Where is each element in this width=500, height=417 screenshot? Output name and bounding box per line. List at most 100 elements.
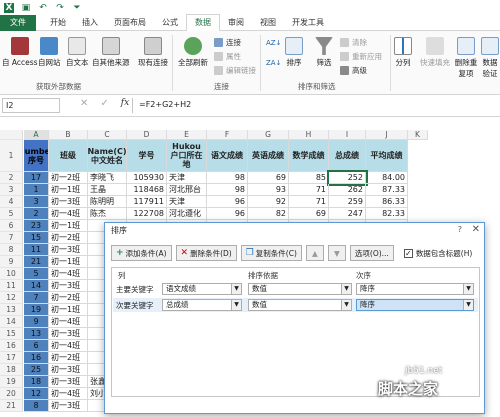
row-header[interactable]: 7 (0, 232, 23, 244)
table-cell[interactable]: 7 (24, 292, 49, 304)
from-text-button[interactable]: 自文本 (66, 37, 89, 68)
select-all-corner[interactable] (0, 130, 23, 140)
table-cell[interactable]: 初一3班 (49, 376, 88, 388)
row-header[interactable]: 4 (0, 196, 23, 208)
table-cell[interactable]: 12 (24, 388, 49, 400)
table-cell[interactable]: 初一3班 (49, 280, 88, 292)
secondary-sort-on-select[interactable]: 数值 ▼ (248, 299, 352, 311)
secondary-order-select[interactable]: 降序 ▼ (356, 299, 474, 311)
tab-5[interactable]: 数据 (186, 14, 220, 31)
row-header[interactable]: 11 (0, 280, 23, 292)
tab-4[interactable]: 公式 (154, 15, 186, 31)
connections-button[interactable]: 连接 (214, 37, 241, 48)
cancel-icon[interactable]: ✕ (80, 98, 88, 109)
row-header[interactable]: 3 (0, 184, 23, 196)
header-cell[interactable]: 平均成绩 (366, 140, 408, 172)
table-cell[interactable]: 118468 (127, 184, 167, 196)
delete-level-button[interactable]: ✕ 删除条件(D) (175, 245, 237, 261)
header-cell[interactable]: 英语成绩 (248, 140, 289, 172)
table-cell[interactable]: 初一2班 (49, 232, 88, 244)
tab-8[interactable]: 开发工具 (284, 15, 332, 31)
data-validation-button[interactable]: 数据验证 (480, 37, 500, 79)
table-cell[interactable]: 82 (248, 208, 289, 220)
has-headers-checkbox[interactable]: ✓ 数据包含标题(H) (403, 248, 472, 259)
header-cell[interactable]: 总成绩 (329, 140, 366, 172)
table-cell[interactable]: 98 (207, 172, 248, 184)
table-cell[interactable]: 王晶 (88, 184, 127, 196)
row-header[interactable]: 16 (0, 340, 23, 352)
table-cell[interactable]: 25 (24, 364, 49, 376)
table-cell[interactable]: 13 (24, 328, 49, 340)
clear-button[interactable]: 清除 (340, 37, 367, 48)
remove-duplicates-button[interactable]: 删除重复项 (454, 37, 478, 79)
table-cell[interactable]: 69 (289, 208, 329, 220)
undo-icon[interactable]: ↶ (38, 3, 48, 13)
row-header[interactable]: 17 (0, 352, 23, 364)
column-header[interactable]: B (49, 130, 88, 140)
table-cell[interactable]: 247 (329, 208, 366, 220)
table-cell[interactable]: 92 (248, 196, 289, 208)
table-cell[interactable]: 117911 (127, 196, 167, 208)
table-cell[interactable]: 初一3班 (49, 196, 88, 208)
move-down-button[interactable]: ▼ (327, 245, 346, 261)
table-cell[interactable]: 69 (248, 172, 289, 184)
tab-6[interactable]: 审阅 (220, 15, 252, 31)
column-header[interactable]: D (127, 130, 167, 140)
column-header[interactable]: G (248, 130, 289, 140)
tab-0[interactable]: 文件 (0, 15, 36, 31)
copy-level-button[interactable]: ❐ 复制条件(C) (240, 245, 302, 261)
row-header[interactable]: 12 (0, 292, 23, 304)
table-cell[interactable]: 初一1班 (49, 184, 88, 196)
fx-icon[interactable]: fx (121, 98, 129, 109)
table-cell[interactable]: 71 (289, 184, 329, 196)
table-cell[interactable]: 14 (24, 280, 49, 292)
existing-connections-button[interactable]: 现有连接 (138, 37, 168, 68)
row-header[interactable]: 8 (0, 244, 23, 256)
table-cell[interactable]: 初一3班 (49, 328, 88, 340)
column-header[interactable]: F (207, 130, 248, 140)
row-header[interactable]: 9 (0, 256, 23, 268)
row-header[interactable]: 19 (0, 376, 23, 388)
table-cell[interactable]: 初一1班 (49, 304, 88, 316)
header-cell[interactable]: Hukou 户口所在地 (167, 140, 207, 172)
table-cell[interactable]: 86.33 (366, 196, 408, 208)
save-icon[interactable]: ▣ (21, 3, 31, 13)
table-cell[interactable]: 2 (24, 208, 49, 220)
table-cell[interactable]: 初一1班 (49, 220, 88, 232)
enter-icon[interactable]: ✓ (100, 98, 108, 109)
table-cell[interactable]: 105930 (127, 172, 167, 184)
options-button[interactable]: 选项(O)... (349, 245, 394, 261)
row-header[interactable]: 10 (0, 268, 23, 280)
table-cell[interactable]: 18 (24, 376, 49, 388)
column-header[interactable]: K (408, 130, 428, 140)
table-cell[interactable]: 71 (289, 196, 329, 208)
reapply-button[interactable]: 重新应用 (340, 51, 382, 62)
header-cell[interactable]: Number 序号 (24, 140, 49, 172)
from-web-button[interactable]: 自网站 (38, 37, 61, 68)
table-cell[interactable]: 96 (207, 208, 248, 220)
table-cell[interactable]: 初一4班 (49, 316, 88, 328)
table-cell[interactable]: 85 (289, 172, 329, 184)
column-header[interactable]: E (167, 130, 207, 140)
table-cell[interactable]: 5 (24, 268, 49, 280)
table-cell[interactable]: 初一1班 (49, 256, 88, 268)
table-cell[interactable]: 8 (24, 400, 49, 412)
row-header[interactable]: 21 (0, 400, 23, 412)
row-header[interactable]: 20 (0, 388, 23, 400)
header-cell[interactable]: 学号 (127, 140, 167, 172)
header-cell[interactable]: 班级 (49, 140, 88, 172)
tab-7[interactable]: 视图 (252, 15, 284, 31)
filter-button[interactable]: 筛选 (315, 37, 333, 68)
tab-3[interactable]: 页面布局 (106, 15, 154, 31)
primary-order-select[interactable]: 降序 ▼ (356, 283, 474, 295)
from-access-button[interactable]: 自 Access (2, 37, 38, 68)
text-to-columns-button[interactable]: 分列 (394, 37, 412, 68)
table-cell[interactable]: 82.33 (366, 208, 408, 220)
advanced-filter-button[interactable]: 高级 (340, 65, 367, 76)
redo-icon[interactable]: ↷ (55, 3, 65, 13)
table-cell[interactable]: 天津 (167, 196, 207, 208)
table-cell[interactable]: 1 (24, 184, 49, 196)
sort-ascending-button[interactable]: AZ↓ (266, 39, 281, 47)
table-cell[interactable]: 河北邢台 (167, 184, 207, 196)
tab-1[interactable]: 开始 (42, 15, 74, 31)
